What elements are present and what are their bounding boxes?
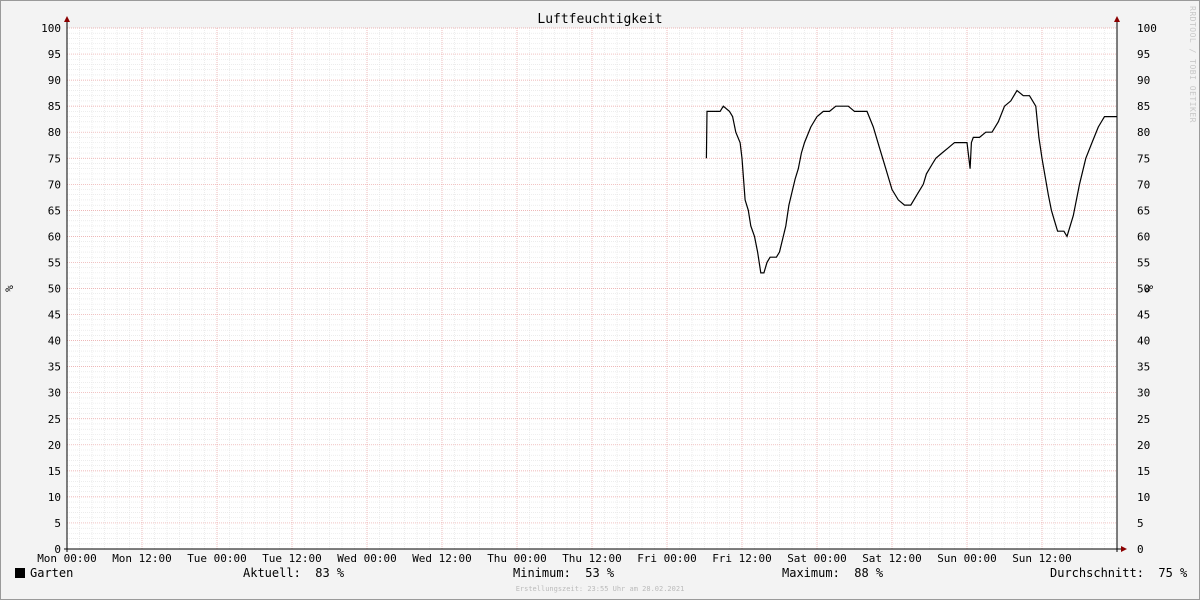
- legend-series-name: Garten: [30, 566, 74, 580]
- x-tick-label: Thu 12:00: [562, 552, 622, 565]
- y-tick-label-left: 65: [48, 204, 61, 217]
- y-tick-label-right: 70: [1137, 178, 1150, 191]
- chart-title: Luftfeuchtigkeit: [537, 12, 662, 27]
- y-tick-label-right: 40: [1137, 335, 1150, 348]
- y-tick-label-left: 55: [48, 256, 61, 269]
- legend-minimum: Minimum: 53 %: [513, 566, 614, 580]
- y-tick-label-left: 35: [48, 361, 61, 374]
- x-tick-label: Sat 00:00: [787, 552, 847, 565]
- legend-maximum: Maximum: 88 %: [782, 566, 883, 580]
- y-tick-label-right: 45: [1137, 309, 1150, 322]
- y-tick-label-right: 100: [1137, 22, 1157, 35]
- legend-current: Aktuell: 83 %: [243, 566, 344, 580]
- avg-label: Durchschnitt:: [1050, 566, 1144, 580]
- x-tick-label: Sun 00:00: [937, 552, 997, 565]
- y-axis-label-right: %: [1143, 285, 1156, 292]
- humidity-chart: 0 05 510 1015 1520 2025 2530 3035 3540 4045 4550 50…: [3, 12, 1157, 565]
- y-tick-label-right: 95: [1137, 48, 1150, 61]
- y-tick-label-left: 90: [48, 74, 61, 87]
- x-tick-label: Mon 12:00: [112, 552, 172, 565]
- y-tick-label-right: 30: [1137, 387, 1150, 400]
- y-tick-label-left: 75: [48, 152, 61, 165]
- y-axis-arrow-right: [1114, 16, 1120, 22]
- y-tick-label-right: 5: [1137, 517, 1144, 530]
- y-tick-label-right: 20: [1137, 439, 1150, 452]
- y-tick-label-left: 25: [48, 413, 61, 426]
- x-tick-label: Fri 00:00: [637, 552, 697, 565]
- x-tick-label: Sun 12:00: [1012, 552, 1072, 565]
- y-tick-label-left: 45: [48, 309, 61, 322]
- y-tick-label-right: 65: [1137, 204, 1150, 217]
- x-tick-label: Mon 00:00: [37, 552, 97, 565]
- y-tick-label-right: 85: [1137, 100, 1150, 113]
- min-label: Minimum:: [513, 566, 571, 580]
- y-tick-label-right: 0: [1137, 543, 1144, 556]
- y-tick-label-right: 60: [1137, 230, 1150, 243]
- rrdtool-watermark: RRDTOOL / TOBI OETIKER: [1188, 6, 1197, 123]
- y-tick-label-left: 85: [48, 100, 61, 113]
- current-value: 83 %: [315, 566, 345, 580]
- y-tick-label-right: 75: [1137, 152, 1150, 165]
- y-tick-label-right: 15: [1137, 465, 1150, 478]
- max-label: Maximum:: [782, 566, 840, 580]
- y-tick-label-left: 10: [48, 491, 61, 504]
- legend-series: Garten: [15, 566, 73, 580]
- y-tick-label-right: 35: [1137, 361, 1150, 374]
- y-tick-label-right: 55: [1137, 256, 1150, 269]
- y-tick-label-left: 70: [48, 178, 61, 191]
- x-tick-label: Wed 00:00: [337, 552, 397, 565]
- max-value: 88 %: [854, 566, 884, 580]
- y-tick-label-right: 25: [1137, 413, 1150, 426]
- current-label: Aktuell:: [243, 566, 301, 580]
- y-tick-label-left: 60: [48, 230, 61, 243]
- y-tick-label-left: 15: [48, 465, 61, 478]
- x-axis-arrow: [1121, 546, 1127, 552]
- x-tick-label: Fri 12:00: [712, 552, 772, 565]
- x-tick-label: Wed 12:00: [412, 552, 472, 565]
- y-tick-label-left: 30: [48, 387, 61, 400]
- y-tick-label-left: 5: [54, 517, 61, 530]
- y-tick-label-right: 90: [1137, 74, 1150, 87]
- y-tick-label-left: 40: [48, 335, 61, 348]
- x-tick-label: Thu 00:00: [487, 552, 547, 565]
- y-axis-label-left: %: [3, 285, 16, 292]
- y-tick-label-left: 100: [41, 22, 61, 35]
- y-tick-label-left: 80: [48, 126, 61, 139]
- y-tick-label-left: 95: [48, 48, 61, 61]
- generation-time: Erstellungszeit: 23:55 Uhr am 28.02.2021: [515, 585, 685, 593]
- y-tick-label-left: 50: [48, 283, 61, 296]
- legend-swatch: [15, 568, 25, 578]
- min-value: 53 %: [585, 566, 615, 580]
- y-tick-label-left: 20: [48, 439, 61, 452]
- x-tick-label: Sat 12:00: [862, 552, 922, 565]
- y-tick-label-right: 80: [1137, 126, 1150, 139]
- legend-average: Durchschnitt: 75 %: [1050, 566, 1187, 580]
- x-tick-label: Tue 12:00: [262, 552, 322, 565]
- x-tick-label: Tue 00:00: [187, 552, 247, 565]
- y-tick-label-right: 10: [1137, 491, 1150, 504]
- y-axis-arrow-left: [64, 16, 70, 22]
- avg-value: 75 %: [1158, 566, 1188, 580]
